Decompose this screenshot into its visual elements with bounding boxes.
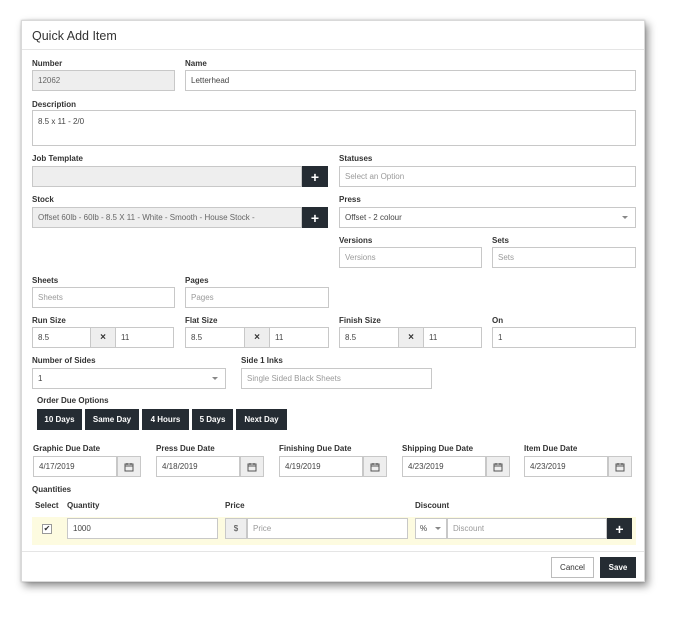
discount-column-header: Discount [415, 501, 450, 510]
flat-size-height-field[interactable]: 11 [269, 327, 329, 348]
number-of-sides-select[interactable]: 1 [32, 368, 226, 389]
discount-type-select[interactable]: % [415, 518, 447, 539]
times-icon: × [399, 327, 423, 348]
run-size-width-field[interactable]: 8.5 [32, 327, 91, 348]
chevron-down-icon [435, 527, 441, 530]
description-label: Description [32, 100, 77, 109]
finishing-due-date-label: Finishing Due Date [279, 444, 352, 453]
finish-size-width-field[interactable]: 8.5 [339, 327, 399, 348]
on-label: On [492, 316, 504, 325]
add-job-template-button[interactable]: + [302, 166, 328, 187]
number-field: 12062 [32, 70, 175, 91]
description-textarea[interactable]: 8.5 x 11 - 2/0 [32, 110, 636, 146]
versions-field[interactable]: Versions [339, 247, 482, 268]
select-column-header: Select [35, 501, 59, 510]
due-next-day-button[interactable]: Next Day [236, 409, 287, 430]
currency-addon: $ [225, 518, 247, 539]
dialog-header: Quick Add Item [22, 21, 644, 50]
name-field[interactable]: Letterhead [185, 70, 636, 91]
quantity-column-header: Quantity [67, 501, 100, 510]
number-of-sides-label: Number of Sides [32, 356, 96, 365]
item-due-date-label: Item Due Date [524, 444, 578, 453]
number-label: Number [32, 59, 63, 68]
price-column-header: Price [225, 501, 245, 510]
press-due-date-label: Press Due Date [156, 444, 215, 453]
plus-icon: + [615, 520, 624, 537]
statuses-label: Statuses [339, 154, 373, 163]
plus-icon: + [310, 209, 320, 226]
times-icon: × [245, 327, 269, 348]
finishing-due-date-field[interactable]: 4/19/2019 [279, 456, 363, 477]
on-field[interactable]: 1 [492, 327, 636, 348]
order-due-options-label: Order Due Options [37, 396, 109, 405]
quantity-field[interactable]: 1000 [67, 518, 218, 539]
dialog-title: Quick Add Item [32, 29, 117, 43]
run-size-label: Run Size [32, 316, 66, 325]
add-stock-button[interactable]: + [302, 207, 328, 228]
side1-inks-label: Side 1 Inks [241, 356, 283, 365]
job-template-field[interactable] [32, 166, 302, 187]
pages-label: Pages [185, 276, 209, 285]
chevron-down-icon [212, 377, 218, 380]
calendar-icon[interactable] [363, 456, 387, 477]
flat-size-label: Flat Size [185, 316, 218, 325]
footer-divider [22, 551, 644, 552]
plus-icon: + [310, 168, 320, 185]
cancel-button[interactable]: Cancel [551, 557, 594, 578]
save-button[interactable]: Save [600, 557, 636, 578]
press-select[interactable]: Offset - 2 colour [339, 207, 636, 228]
number-of-sides-value: 1 [38, 374, 43, 383]
graphic-due-date-field[interactable]: 4/17/2019 [33, 456, 117, 477]
stock-label: Stock [32, 195, 54, 204]
add-quantity-button[interactable]: + [607, 518, 632, 539]
price-field[interactable]: Price [247, 518, 408, 539]
statuses-select[interactable]: Select an Option [339, 166, 636, 187]
item-due-date-field[interactable]: 4/23/2019 [524, 456, 608, 477]
due-5-days-button[interactable]: 5 Days [192, 409, 233, 430]
pages-field[interactable]: Pages [185, 287, 329, 308]
run-size-height-field[interactable]: 11 [115, 327, 174, 348]
sets-field[interactable]: Sets [492, 247, 636, 268]
chevron-down-icon [622, 216, 628, 219]
shipping-due-date-field[interactable]: 4/23/2019 [402, 456, 486, 477]
finish-size-label: Finish Size [339, 316, 381, 325]
due-10-days-button[interactable]: 10 Days [37, 409, 82, 430]
name-label: Name [185, 59, 207, 68]
versions-label: Versions [339, 236, 373, 245]
finish-size-height-field[interactable]: 11 [423, 327, 482, 348]
stock-field[interactable]: Offset 60lb - 60lb - 8.5 X 11 - White - … [32, 207, 302, 228]
calendar-icon[interactable] [486, 456, 510, 477]
quantity-select-checkbox[interactable]: ✔ [42, 524, 52, 534]
flat-size-width-field[interactable]: 8.5 [185, 327, 245, 348]
press-due-date-field[interactable]: 4/18/2019 [156, 456, 240, 477]
discount-field[interactable]: Discount [447, 518, 607, 539]
side1-inks-field[interactable]: Single Sided Black Sheets [241, 368, 432, 389]
times-icon: × [91, 327, 115, 348]
job-template-label: Job Template [32, 154, 83, 163]
shipping-due-date-label: Shipping Due Date [402, 444, 474, 453]
quick-add-item-dialog: Quick Add Item Number 12062 Name Letterh… [21, 20, 645, 582]
press-label: Press [339, 195, 361, 204]
calendar-icon[interactable] [608, 456, 632, 477]
calendar-icon[interactable] [117, 456, 141, 477]
sheets-label: Sheets [32, 276, 59, 285]
calendar-icon[interactable] [240, 456, 264, 477]
sheets-field[interactable]: Sheets [32, 287, 175, 308]
due-same-day-button[interactable]: Same Day [85, 409, 139, 430]
graphic-due-date-label: Graphic Due Date [33, 444, 101, 453]
quantities-label: Quantities [32, 485, 72, 494]
due-4-hours-button[interactable]: 4 Hours [142, 409, 189, 430]
press-value: Offset - 2 colour [345, 213, 402, 222]
discount-type-value: % [420, 524, 428, 533]
sets-label: Sets [492, 236, 509, 245]
